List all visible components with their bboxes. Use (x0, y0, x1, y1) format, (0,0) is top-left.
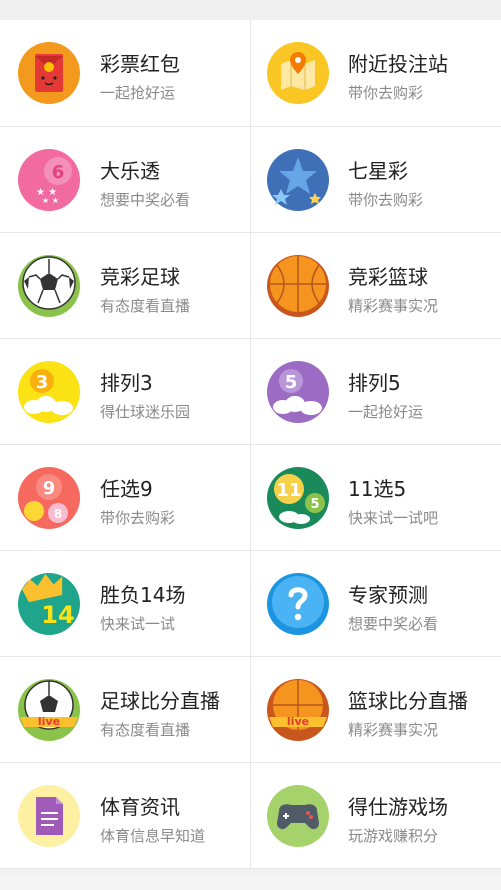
number-5-cloud-icon: 5 (267, 360, 329, 423)
soccer-live-icon: live (18, 678, 80, 741)
grid-row: 体育资讯 体育信息早知道 得仕游戏场 玩游戏赚积分 (0, 763, 501, 869)
menu-item-subtitle: 带你去购彩 (100, 509, 176, 527)
menu-item-expert-prediction[interactable]: 专家预测 想要中奖必看 (250, 551, 501, 656)
menu-item-football-live[interactable]: live 足球比分直播 有态度看直播 (0, 657, 250, 762)
map-pin-icon (267, 42, 329, 104)
question-icon (267, 572, 329, 635)
menu-item-qixingcai[interactable]: 七星彩 带你去购彩 (250, 127, 501, 232)
menu-item-nearby-store[interactable]: 附近投注站 带你去购彩 (250, 20, 501, 126)
ball-number-label: 8 (54, 507, 62, 521)
menu-item-subtitle: 玩游戏赚积分 (348, 827, 439, 845)
gamepad-icon (267, 784, 329, 847)
menu-item-title: 专家预测 (348, 583, 428, 607)
ball-number-label: 14 (41, 601, 74, 629)
ball-number-label: 6 (52, 162, 65, 183)
soccer-ball-icon (18, 254, 80, 317)
menu-item-pailie3[interactable]: 3 排列3 得仕球迷乐园 (0, 339, 250, 444)
menu-item-subtitle: 精彩赛事实况 (348, 297, 439, 315)
document-icon (18, 784, 80, 847)
menu-item-title: 任选9 (100, 477, 153, 501)
menu-item-subtitle: 带你去购彩 (348, 191, 424, 209)
menu-item-daletou[interactable]: 6 ★ ★ ★ ★ 大乐透 想要中奖必看 (0, 127, 250, 232)
menu-item-title: 排列3 (100, 371, 153, 395)
grid-row: 彩票红包 一起抢好运 附近投注站 带你去购彩 (0, 20, 501, 127)
menu-item-title: 体育资讯 (100, 795, 180, 819)
menu-item-shengfu14[interactable]: 14 胜负14场 快来试一试 (0, 551, 250, 656)
ball-6-icon: 6 ★ ★ ★ ★ (18, 148, 80, 211)
menu-item-sports-news[interactable]: 体育资讯 体育信息早知道 (0, 763, 250, 868)
grid-row: 竞彩足球 有态度看直播 竞彩篮球 精彩赛事实况 (0, 233, 501, 339)
ball-number-label: 9 (43, 478, 56, 499)
ball-number-label: 3 (36, 372, 49, 393)
menu-item-title: 彩票红包 (100, 52, 180, 76)
menu-item-football[interactable]: 竞彩足球 有态度看直播 (0, 233, 250, 338)
menu-item-subtitle: 想要中奖必看 (100, 191, 191, 209)
number-9-balls-icon: 9 8 (18, 466, 80, 529)
lottery-menu-grid: 彩票红包 一起抢好运 附近投注站 带你去购彩 6 ★ ★ ★ ★ 大乐透 想要中… (0, 20, 501, 869)
grid-row: 9 8 任选9 带你去购彩 11 5 11选5 快来试一试吧 (0, 445, 501, 551)
stars-ball-icon (267, 148, 329, 211)
live-badge-label: live (38, 715, 60, 728)
grid-row: 14 胜负14场 快来试一试 专家预测 想要中奖必看 (0, 551, 501, 657)
menu-item-title: 11选5 (348, 477, 407, 501)
menu-item-basketball[interactable]: 竞彩篮球 精彩赛事实况 (250, 233, 501, 338)
ball-number-label: 5 (310, 497, 319, 512)
menu-item-renxuan9[interactable]: 9 8 任选9 带你去购彩 (0, 445, 250, 550)
menu-item-subtitle: 精彩赛事实况 (348, 721, 439, 739)
menu-item-subtitle: 有态度看直播 (100, 721, 191, 739)
number-3-cloud-icon: 3 (18, 360, 80, 423)
ball-11-5-icon: 11 5 (267, 466, 329, 529)
ball-number-label: 11 (276, 480, 301, 501)
menu-item-red-envelope[interactable]: 彩票红包 一起抢好运 (0, 20, 250, 126)
menu-item-subtitle: 一起抢好运 (348, 403, 424, 421)
grid-row: 3 排列3 得仕球迷乐园 5 排列5 一起抢好运 (0, 339, 501, 445)
menu-item-subtitle: 得仕球迷乐园 (100, 403, 191, 421)
menu-item-subtitle: 快来试一试吧 (348, 509, 439, 527)
menu-item-subtitle: 想要中奖必看 (348, 615, 439, 633)
menu-item-title: 篮球比分直播 (348, 689, 468, 713)
svg-text:★ ★: ★ ★ (42, 196, 59, 205)
red-envelope-icon (18, 42, 80, 104)
menu-item-title: 足球比分直播 (100, 689, 220, 713)
menu-item-game-zone[interactable]: 得仕游戏场 玩游戏赚积分 (250, 763, 501, 868)
menu-item-basketball-live[interactable]: live 篮球比分直播 精彩赛事实况 (250, 657, 501, 762)
top-status-strip (0, 0, 501, 20)
menu-item-title: 大乐透 (100, 159, 160, 183)
basketball-icon (267, 254, 329, 317)
menu-item-subtitle: 体育信息早知道 (100, 827, 206, 845)
menu-item-title: 七星彩 (348, 159, 408, 183)
menu-item-subtitle: 有态度看直播 (100, 297, 191, 315)
menu-item-title: 得仕游戏场 (348, 795, 448, 819)
grid-row: 6 ★ ★ ★ ★ 大乐透 想要中奖必看 七星彩 带你去购彩 (0, 127, 501, 233)
menu-item-title: 胜负14场 (100, 583, 186, 607)
menu-item-subtitle: 快来试一试 (100, 615, 176, 633)
live-badge-label: live (287, 715, 309, 728)
menu-item-pailie5[interactable]: 5 排列5 一起抢好运 (250, 339, 501, 444)
menu-item-title: 附近投注站 (348, 52, 448, 76)
menu-item-subtitle: 一起抢好运 (100, 84, 176, 102)
menu-item-title: 排列5 (348, 371, 401, 395)
menu-item-subtitle: 带你去购彩 (348, 84, 424, 102)
crown-14-icon: 14 (18, 572, 80, 635)
ball-number-label: 5 (285, 372, 298, 393)
bottom-strip (0, 874, 501, 890)
grid-row: live 足球比分直播 有态度看直播 live 篮球比分直播 精彩赛事实况 (0, 657, 501, 763)
menu-item-title: 竞彩篮球 (348, 265, 428, 289)
basketball-live-icon: live (267, 678, 329, 741)
menu-item-title: 竞彩足球 (100, 265, 180, 289)
menu-item-11xuan5[interactable]: 11 5 11选5 快来试一试吧 (250, 445, 501, 550)
